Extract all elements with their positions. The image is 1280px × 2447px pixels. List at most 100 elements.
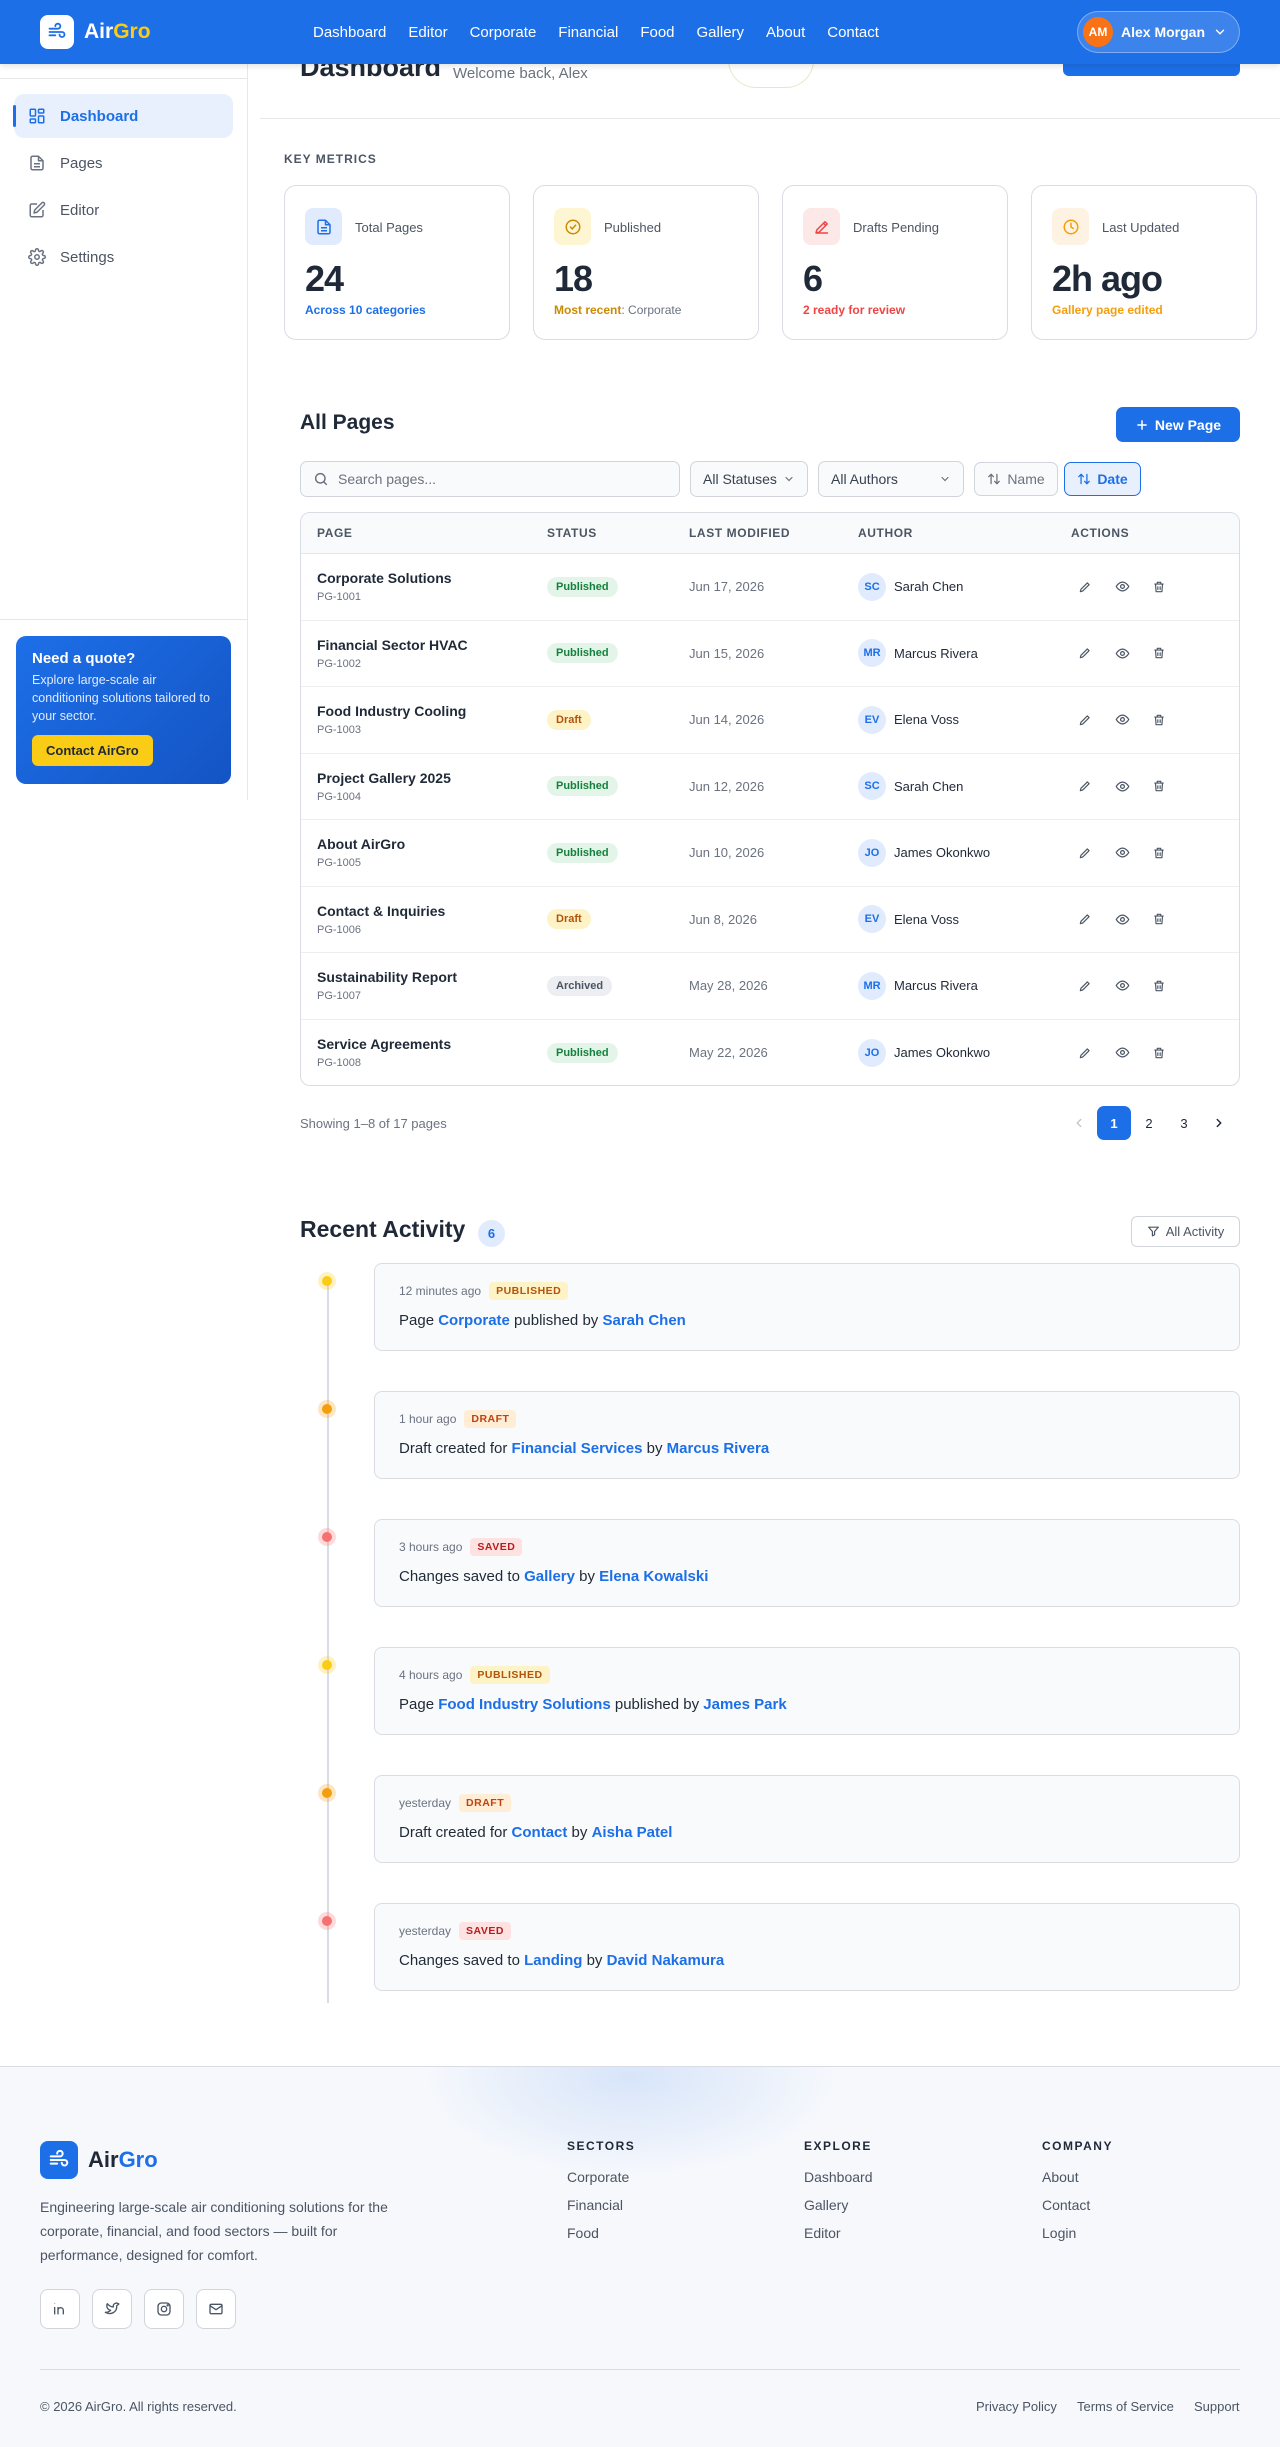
- page-button-2[interactable]: 2: [1132, 1106, 1166, 1140]
- status-badge: Published: [547, 643, 618, 664]
- activity-target-link[interactable]: Landing: [524, 1952, 582, 1969]
- footer-link[interactable]: Financial: [567, 2197, 635, 2213]
- twitter-icon[interactable]: [92, 2289, 132, 2329]
- activity-person-link[interactable]: Sarah Chen: [602, 1312, 685, 1329]
- user-menu[interactable]: AM Alex Morgan: [1077, 11, 1240, 53]
- table-row[interactable]: Corporate Solutions PG-1001 Published Jun 1…: [301, 554, 1239, 621]
- activity-time: 4 hours ago: [399, 1668, 463, 1682]
- sidebar-item-dashboard[interactable]: Dashboard: [13, 94, 233, 138]
- contact-button[interactable]: Contact AirGro: [32, 735, 153, 766]
- activity-person-link[interactable]: Marcus Rivera: [667, 1440, 770, 1457]
- sidebar-item-settings[interactable]: Settings: [14, 235, 233, 279]
- sort-date-button[interactable]: Date: [1064, 462, 1141, 496]
- footer-link[interactable]: About: [1042, 2169, 1113, 2185]
- privacy-link[interactable]: Privacy Policy: [976, 2399, 1057, 2414]
- activity-person-link[interactable]: Aisha Patel: [592, 1824, 673, 1841]
- support-link[interactable]: Support: [1194, 2399, 1240, 2414]
- plus-icon: [1135, 418, 1149, 432]
- terms-link[interactable]: Terms of Service: [1077, 2399, 1174, 2414]
- eye-icon[interactable]: [1108, 839, 1136, 867]
- nav-financial[interactable]: Financial: [558, 24, 618, 41]
- activity-person-link[interactable]: David Nakamura: [607, 1952, 725, 1969]
- quote-title: Need a quote?: [32, 650, 136, 667]
- edit-icon[interactable]: [1071, 573, 1099, 601]
- table-row[interactable]: Food Industry Cooling PG-1003 Draft Jun 14,…: [301, 687, 1239, 754]
- new-page-button[interactable]: New Page: [1116, 407, 1240, 442]
- footer-link[interactable]: Login: [1042, 2225, 1113, 2241]
- activity-target-link[interactable]: Financial Services: [512, 1440, 643, 1457]
- trash-icon[interactable]: [1145, 1039, 1173, 1067]
- table-row[interactable]: Contact & Inquiries PG-1006 Draft Jun 8, 20…: [301, 887, 1239, 953]
- eye-icon[interactable]: [1108, 1039, 1136, 1067]
- trash-icon[interactable]: [1145, 772, 1173, 800]
- footer-link[interactable]: Dashboard: [804, 2169, 873, 2185]
- nav-food[interactable]: Food: [640, 24, 674, 41]
- search-input[interactable]: [338, 471, 658, 487]
- edit-icon[interactable]: [1071, 639, 1099, 667]
- eye-icon[interactable]: [1108, 905, 1136, 933]
- social-links: [40, 2289, 236, 2329]
- eye-icon[interactable]: [1108, 772, 1136, 800]
- eye-icon[interactable]: [1108, 972, 1136, 1000]
- nav-dashboard[interactable]: Dashboard: [313, 24, 386, 41]
- footer-link[interactable]: Gallery: [804, 2197, 873, 2213]
- instagram-icon[interactable]: [144, 2289, 184, 2329]
- trash-icon[interactable]: [1145, 706, 1173, 734]
- nav-gallery[interactable]: Gallery: [697, 24, 745, 41]
- nav-corporate[interactable]: Corporate: [470, 24, 537, 41]
- sort-name-button[interactable]: Name: [974, 462, 1058, 496]
- footer-brand[interactable]: AirGro: [40, 2141, 158, 2179]
- all-activity-button[interactable]: All Activity: [1131, 1216, 1240, 1247]
- trash-icon[interactable]: [1145, 573, 1173, 601]
- edit-icon[interactable]: [1071, 905, 1099, 933]
- activity-person-link[interactable]: Elena Kowalski: [599, 1568, 708, 1585]
- edit-icon[interactable]: [1071, 839, 1099, 867]
- activity-person-link[interactable]: James Park: [703, 1696, 786, 1713]
- author-filter[interactable]: All Authors: [818, 461, 964, 497]
- page-button-1[interactable]: 1: [1097, 1106, 1131, 1140]
- table-row[interactable]: Service Agreements PG-1008 Published May 22…: [301, 1020, 1239, 1086]
- activity-target-link[interactable]: Contact: [512, 1824, 568, 1841]
- footer-link[interactable]: Editor: [804, 2225, 873, 2241]
- trash-icon[interactable]: [1145, 839, 1173, 867]
- page-button-3[interactable]: 3: [1167, 1106, 1201, 1140]
- status-cell: Published: [547, 842, 618, 863]
- edit-icon[interactable]: [1071, 1039, 1099, 1067]
- table-row[interactable]: Project Gallery 2025 PG-1004 Published Jun …: [301, 754, 1239, 820]
- activity-count-badge: 6: [478, 1220, 505, 1247]
- section-title: Recent Activity: [300, 1216, 466, 1242]
- eye-icon[interactable]: [1108, 639, 1136, 667]
- footer-link[interactable]: Contact: [1042, 2197, 1113, 2213]
- nav-about[interactable]: About: [766, 24, 805, 41]
- nav-contact[interactable]: Contact: [827, 24, 879, 41]
- trash-icon[interactable]: [1145, 905, 1173, 933]
- eye-icon[interactable]: [1108, 706, 1136, 734]
- trash-icon[interactable]: [1145, 639, 1173, 667]
- divider: [40, 2369, 1240, 2370]
- brand-logo[interactable]: AirGro: [40, 15, 151, 49]
- table-row[interactable]: Financial Sector HVAC PG-1002 Published Jun…: [301, 621, 1239, 687]
- table-row[interactable]: Sustainability Report PG-1007 Archived May …: [301, 953, 1239, 1020]
- edit-icon[interactable]: [1071, 706, 1099, 734]
- next-page-button[interactable]: [1202, 1106, 1236, 1140]
- footer-link[interactable]: Food: [567, 2225, 635, 2241]
- prev-page-button[interactable]: [1062, 1106, 1096, 1140]
- sidebar-item-pages[interactable]: Pages: [14, 141, 233, 185]
- activity-target-link[interactable]: Corporate: [438, 1312, 510, 1329]
- nav-editor[interactable]: Editor: [408, 24, 447, 41]
- status-filter[interactable]: All Statuses: [690, 461, 808, 497]
- linkedin-icon[interactable]: [40, 2289, 80, 2329]
- edit-icon[interactable]: [1071, 772, 1099, 800]
- edit-icon[interactable]: [1071, 972, 1099, 1000]
- eye-icon[interactable]: [1108, 573, 1136, 601]
- sort-icon: [987, 472, 1001, 486]
- activity-target-link[interactable]: Gallery: [524, 1568, 575, 1585]
- activity-target-link[interactable]: Food Industry Solutions: [438, 1696, 611, 1713]
- activity-tag: DRAFT: [459, 1794, 512, 1812]
- avatar: SC: [858, 772, 886, 801]
- table-row[interactable]: About AirGro PG-1005 Published Jun 10, 2026…: [301, 820, 1239, 887]
- footer-link[interactable]: Corporate: [567, 2169, 635, 2185]
- trash-icon[interactable]: [1145, 972, 1173, 1000]
- mail-icon[interactable]: [196, 2289, 236, 2329]
- sidebar-item-editor[interactable]: Editor: [14, 188, 233, 232]
